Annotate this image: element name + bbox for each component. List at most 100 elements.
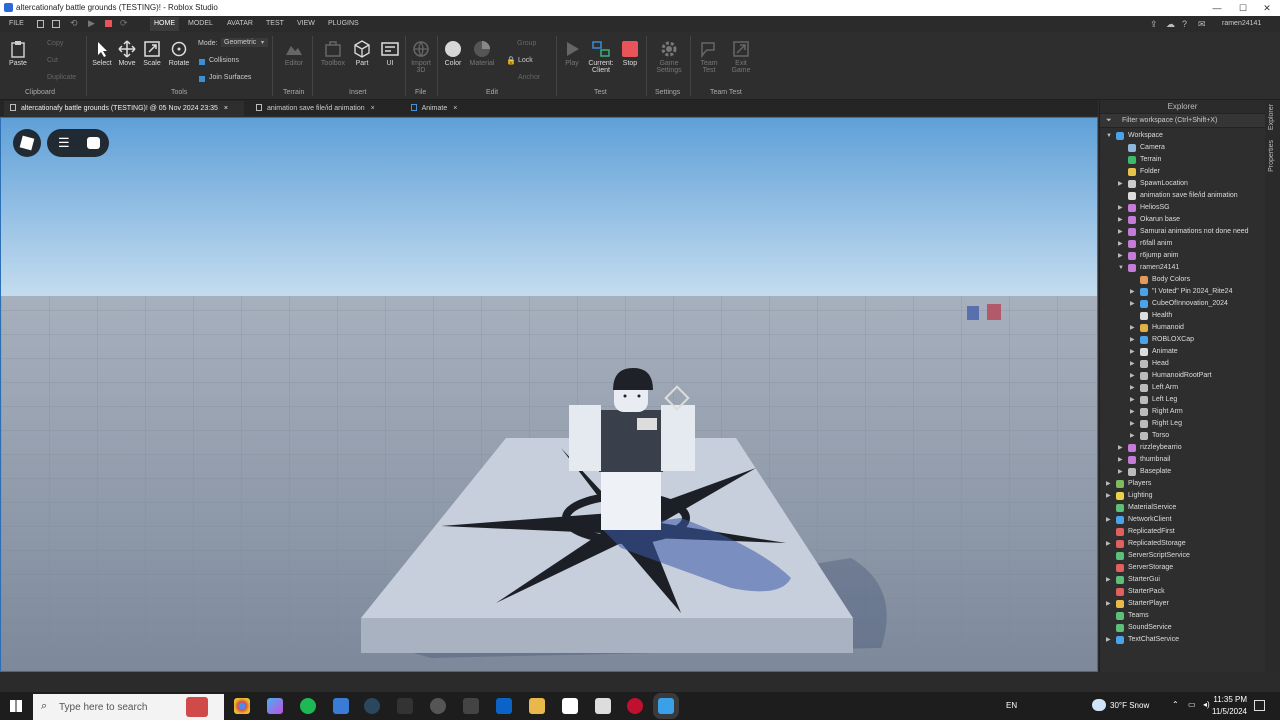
stop-small-icon[interactable] — [105, 20, 112, 27]
open-file-icon[interactable] — [52, 20, 60, 28]
explorer-tree-item[interactable]: ▶ TextChatService — [1100, 634, 1266, 646]
explorer-tree-item[interactable]: ▶ HeliosSG — [1100, 202, 1266, 214]
hamburger-menu-icon[interactable]: ☰ — [58, 136, 70, 149]
group-button[interactable]: Group — [517, 40, 536, 47]
explorer-tree-item[interactable]: ▶ "I Voted" Pin 2024_Rite24 — [1100, 286, 1266, 298]
network-icon[interactable]: ▭ — [1188, 700, 1196, 709]
close-window-button[interactable]: ✕ — [1254, 1, 1280, 15]
explorer-filter-input[interactable]: Filter workspace (Ctrl+Shift+X) — [1100, 114, 1265, 128]
expand-arrow-icon[interactable]: ▶ — [1118, 454, 1123, 466]
expand-arrow-icon[interactable]: ▶ — [1106, 634, 1111, 646]
collisions-checkbox[interactable] — [199, 59, 205, 65]
expand-arrow-icon[interactable]: ▶ — [1118, 466, 1123, 478]
duplicate-button[interactable]: Duplicate — [47, 74, 76, 81]
close-tab-icon[interactable]: × — [453, 105, 457, 112]
explorer-tree-item[interactable]: ▶ Lighting — [1100, 490, 1266, 502]
roblox-app-icon[interactable] — [463, 698, 479, 714]
tab-script[interactable]: animation save file/id animation × — [250, 101, 400, 116]
expand-arrow-icon[interactable]: ▶ — [1118, 250, 1123, 262]
menu-test[interactable]: TEST — [266, 19, 284, 29]
notifications-icon[interactable]: ✉ — [1198, 19, 1206, 30]
store-icon[interactable] — [595, 698, 611, 714]
close-tab-icon[interactable]: × — [224, 105, 228, 112]
roblox-player-icon[interactable] — [562, 698, 578, 714]
expand-arrow-icon[interactable]: ▶ — [1118, 226, 1123, 238]
spotify-icon[interactable] — [300, 698, 316, 714]
explorer-tree-item[interactable]: Teams — [1100, 610, 1266, 622]
expand-arrow-icon[interactable]: ▶ — [1130, 370, 1135, 382]
epic-games-icon[interactable] — [397, 698, 413, 714]
tab-place[interactable]: altercationafy battle grounds (TESTING)!… — [4, 101, 244, 116]
explorer-tree-item[interactable]: ▶ CubeOfInnovation_2024 — [1100, 298, 1266, 310]
steam-icon[interactable] — [364, 698, 380, 714]
play-button[interactable]: Play — [560, 40, 584, 67]
explorer-tree-item[interactable]: StarterPack — [1100, 586, 1266, 598]
roblox-menu-button[interactable] — [13, 129, 41, 157]
explorer-tree-item[interactable]: ▶ r6jump anim — [1100, 250, 1266, 262]
clock-date[interactable]: 11/5/2024 — [1204, 707, 1247, 716]
import-3d-button[interactable]: Import 3D — [408, 40, 434, 74]
platform-side[interactable] — [361, 618, 853, 653]
expand-arrow-icon[interactable]: ▶ — [1130, 394, 1135, 406]
explorer-tree-item[interactable]: ReplicatedFirst — [1100, 526, 1266, 538]
expand-arrow-icon[interactable]: ▶ — [1106, 598, 1111, 610]
scale-tool-button[interactable]: Scale — [140, 40, 164, 67]
expand-arrow-icon[interactable]: ▶ — [1130, 298, 1135, 310]
explorer-tree-item[interactable]: ▶ Right Arm — [1100, 406, 1266, 418]
tab-animate[interactable]: Animate × — [405, 101, 465, 116]
menu-plugins[interactable]: PLUGINS — [328, 19, 359, 29]
explorer-tree-item[interactable]: ServerStorage — [1100, 562, 1266, 574]
explorer-tree-item[interactable]: Camera — [1100, 142, 1266, 154]
tray-chevron-icon[interactable]: ⌃ — [1172, 700, 1179, 709]
explorer-tree-item[interactable]: MaterialService — [1100, 502, 1266, 514]
exit-game-button[interactable]: Exit Game — [728, 40, 754, 74]
explorer-tree-item[interactable]: ▶ Head — [1100, 358, 1266, 370]
menu-avatar[interactable]: AVATAR — [227, 19, 253, 29]
explorer-tree-item[interactable]: ▼ Workspace — [1100, 130, 1266, 142]
avatar-right-arm[interactable] — [661, 405, 695, 471]
select-tool-button[interactable]: Select — [90, 40, 114, 67]
expand-arrow-icon[interactable]: ▼ — [1118, 262, 1124, 274]
explorer-tree-item[interactable]: ServerScriptService — [1100, 550, 1266, 562]
explorer-tree-item[interactable]: ▶ r6fall anim — [1100, 238, 1266, 250]
minimize-button[interactable]: — — [1204, 1, 1230, 15]
explorer-tree-item[interactable]: ▶ Left Arm — [1100, 382, 1266, 394]
menu-model[interactable]: MODEL — [188, 19, 213, 29]
notification-center-icon[interactable] — [1254, 700, 1265, 711]
explorer-tree-item[interactable]: ▶ rizzleybearrio — [1100, 442, 1266, 454]
explorer-tree-item[interactable]: Body Colors — [1100, 274, 1266, 286]
team-test-button[interactable]: Team Test — [696, 40, 722, 74]
expand-arrow-icon[interactable]: ▶ — [1106, 514, 1111, 526]
redo-icon[interactable]: ⟳ — [120, 18, 128, 29]
username-label[interactable]: ramen24141 — [1222, 19, 1261, 29]
explorer-tree-item[interactable]: ▶ HumanoidRootPart — [1100, 370, 1266, 382]
windows-start-icon[interactable] — [10, 700, 22, 712]
help-icon[interactable]: ? — [1182, 19, 1187, 29]
close-tab-icon[interactable]: × — [371, 105, 375, 112]
file-explorer-app-icon[interactable] — [333, 698, 349, 714]
explorer-tree-item[interactable]: Folder — [1100, 166, 1266, 178]
cut-button[interactable]: Cut — [47, 57, 58, 64]
expand-arrow-icon[interactable]: ▶ — [1130, 286, 1135, 298]
weather-label[interactable]: 30°F Snow — [1110, 701, 1149, 710]
explorer-side-tab[interactable]: Explorer — [1268, 104, 1275, 130]
explorer-tree-item[interactable]: Health — [1100, 310, 1266, 322]
menu-file[interactable]: FILE — [9, 19, 24, 29]
explorer-tree-item[interactable]: ▶ Okarun base — [1100, 214, 1266, 226]
expand-arrow-icon[interactable]: ▶ — [1130, 418, 1135, 430]
color-button[interactable]: Color — [441, 40, 465, 67]
maximize-button[interactable]: ☐ — [1230, 1, 1256, 15]
explorer-tree-item[interactable]: animation save file/id animation — [1100, 190, 1266, 202]
expand-arrow-icon[interactable]: ▶ — [1106, 574, 1111, 586]
cloud-icon[interactable]: ☁ — [1166, 19, 1175, 30]
outlook-icon[interactable] — [496, 698, 512, 714]
game-settings-button[interactable]: Game Settings — [652, 40, 686, 74]
expand-arrow-icon[interactable]: ▶ — [1130, 382, 1135, 394]
join-surfaces-checkbox[interactable] — [199, 76, 205, 82]
clock-time[interactable]: 11:35 PM — [1207, 695, 1247, 704]
menu-view[interactable]: VIEW — [297, 19, 315, 29]
part-button[interactable]: Part — [350, 40, 374, 67]
expand-arrow-icon[interactable]: ▶ — [1106, 478, 1111, 490]
stop-button[interactable]: Stop — [618, 40, 642, 67]
copilot-icon[interactable] — [267, 698, 283, 714]
